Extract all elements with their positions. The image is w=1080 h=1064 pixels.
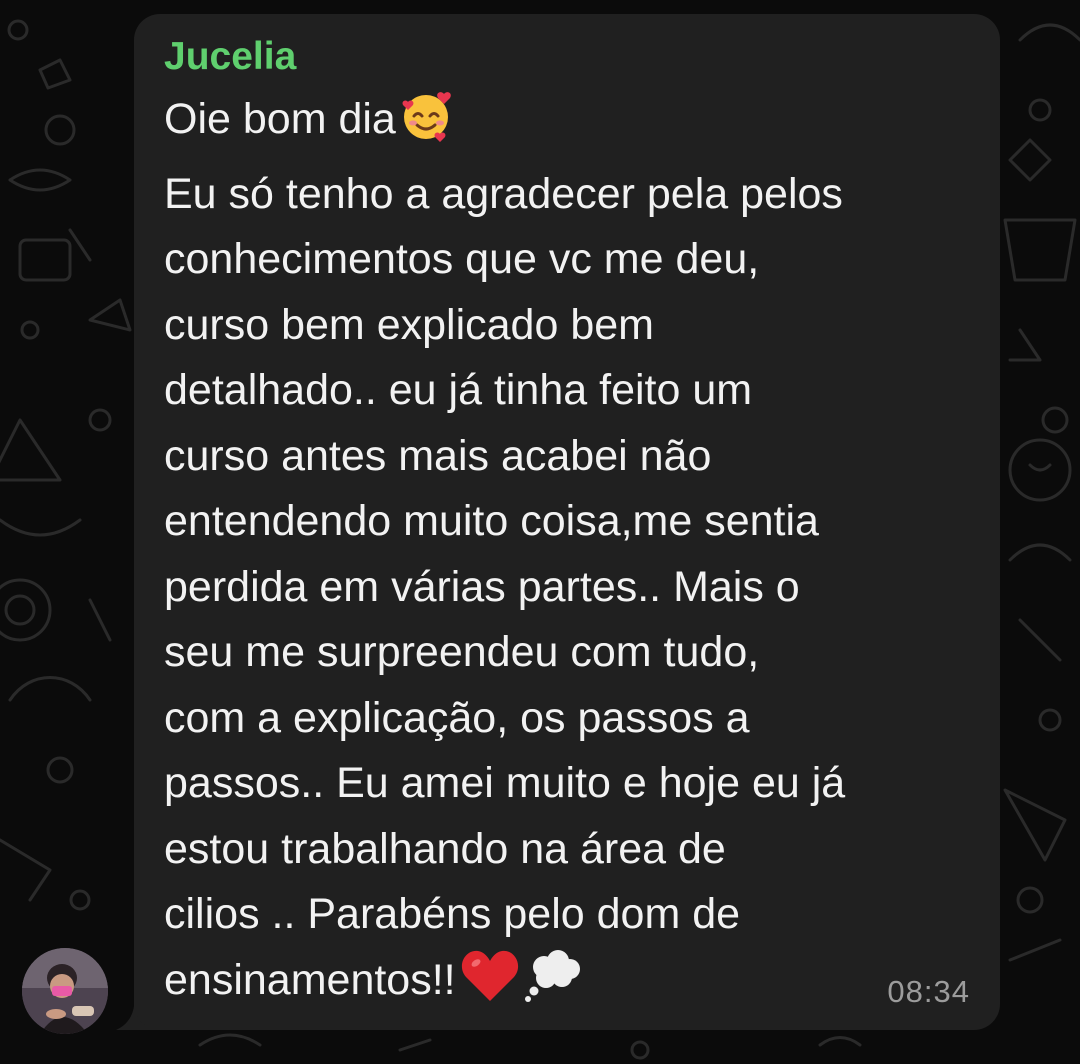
message-line: entendendo muito coisa,me sentia [164, 489, 845, 555]
avatar-photo [22, 948, 108, 1034]
message-line-text: estou trabalhando na área de [164, 824, 726, 873]
message-line: Oie bom dia [164, 87, 845, 162]
message-line: cilios .. Parabéns pelo dom de [164, 882, 845, 948]
message-body: Oie bom dia Eu só tenho a agradecer pela… [164, 87, 845, 1022]
message-timestamp: 08:34 [887, 974, 970, 1009]
message-bubble[interactable]: Jucelia Oie bom dia Eu só tenho a agrade… [134, 14, 1000, 1030]
message-line: perdida em várias partes.. Mais o [164, 555, 845, 621]
message-line: curso antes mais acabei não [164, 424, 845, 490]
message-line: passos.. Eu amei muito e hoje eu já [164, 751, 845, 817]
message-line-text: entendendo muito coisa,me sentia [164, 497, 819, 545]
message-line-text: Oie bom dia [164, 95, 396, 143]
red-heart-icon [460, 949, 520, 1023]
message-line: com a explicação, os passos a [164, 686, 845, 752]
message-line: Eu só tenho a agradecer pela pelos [164, 162, 845, 228]
message-line-text: conhecimentos que vc me deu, [164, 235, 760, 283]
message-line-text: seu me surpreendeu com tudo, [164, 628, 760, 676]
sender-name[interactable]: Jucelia [164, 34, 296, 80]
message-line-text: curso antes mais acabei não [164, 431, 712, 480]
message-line-text: curso bem explicado bem [164, 300, 654, 349]
message-line-text: detalhado.. eu já tinha feito um [164, 366, 753, 414]
message-line: conhecimentos que vc me deu, [164, 227, 845, 293]
message-line-text: com a explicação, os passos a [164, 693, 750, 742]
avatar[interactable] [22, 948, 108, 1034]
message-line-text: cilios .. Parabéns pelo dom de [164, 890, 741, 938]
message-line: curso bem explicado bem [164, 293, 845, 359]
message-line-text: ensinamentos!! [164, 955, 456, 1004]
message-line: ensinamentos!! [164, 948, 845, 1023]
message-line: estou trabalhando na área de [164, 817, 845, 883]
message-line-text: passos.. Eu amei muito e hoje eu já [164, 759, 846, 807]
message-line: detalhado.. eu já tinha feito um [164, 358, 845, 424]
message-line-text: perdida em várias partes.. Mais o [164, 562, 800, 611]
thought-balloon-icon [524, 949, 584, 1023]
message-line-text: Eu só tenho a agradecer pela pelos [164, 169, 843, 218]
message-line: seu me surpreendeu com tudo, [164, 620, 845, 686]
smiling-face-with-hearts-icon [400, 88, 454, 162]
